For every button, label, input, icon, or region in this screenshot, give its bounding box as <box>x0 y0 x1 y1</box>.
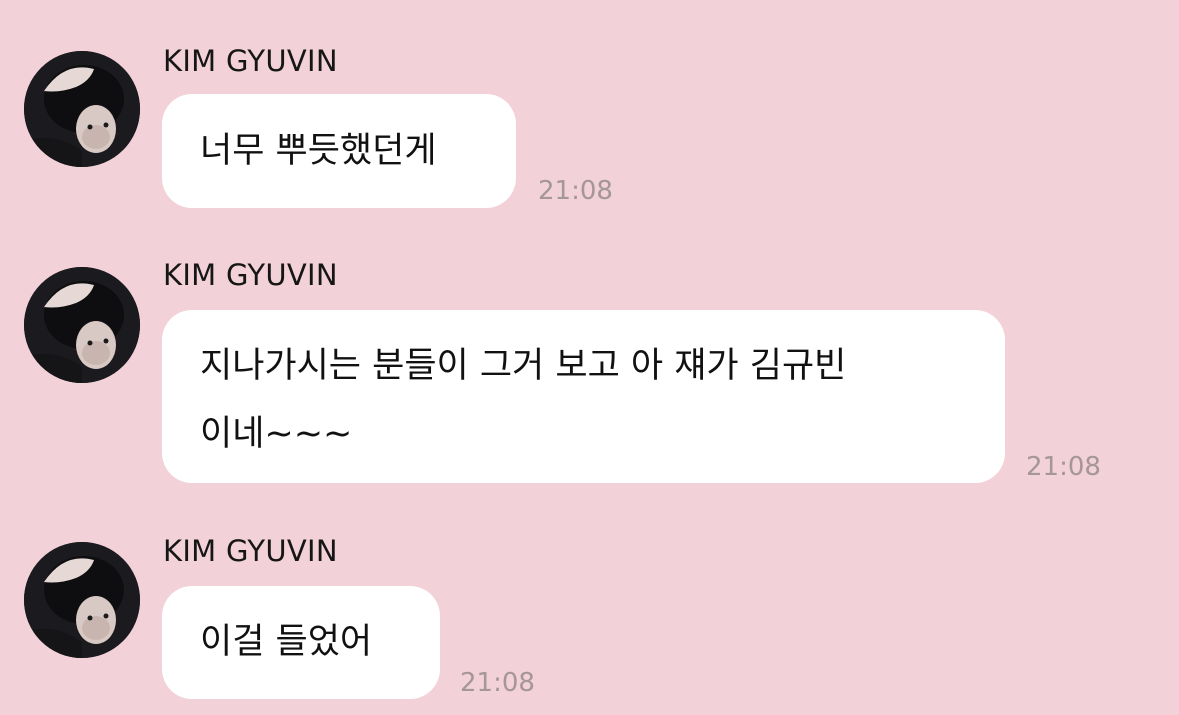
message-bubble[interactable]: 이걸 들었어 <box>162 586 440 699</box>
sender-name: KIM GYUVIN <box>163 44 338 78</box>
profile-photo-avatar <box>24 267 140 383</box>
message-text: 이걸 들었어 <box>200 622 373 662</box>
message-bubble[interactable]: 너무 뿌듯했던게 <box>162 94 516 208</box>
avatar[interactable] <box>24 542 140 658</box>
sender-name: KIM GYUVIN <box>163 258 338 292</box>
message-text-line: 지나가시는 분들이 그거 보고 아 쟤가 김규빈 <box>200 346 847 386</box>
message-timestamp: 21:08 <box>1026 452 1101 482</box>
message-text-line: 이네~~~ <box>200 414 353 454</box>
avatar[interactable] <box>24 51 140 167</box>
profile-photo-avatar <box>24 51 140 167</box>
message-bubble[interactable]: 지나가시는 분들이 그거 보고 아 쟤가 김규빈 이네~~~ <box>162 310 1005 483</box>
sender-name: KIM GYUVIN <box>163 534 338 568</box>
message-timestamp: 21:08 <box>460 668 535 698</box>
profile-photo-avatar <box>24 542 140 658</box>
avatar[interactable] <box>24 267 140 383</box>
message-timestamp: 21:08 <box>538 176 613 206</box>
message-text: 너무 뿌듯했던게 <box>200 131 437 171</box>
